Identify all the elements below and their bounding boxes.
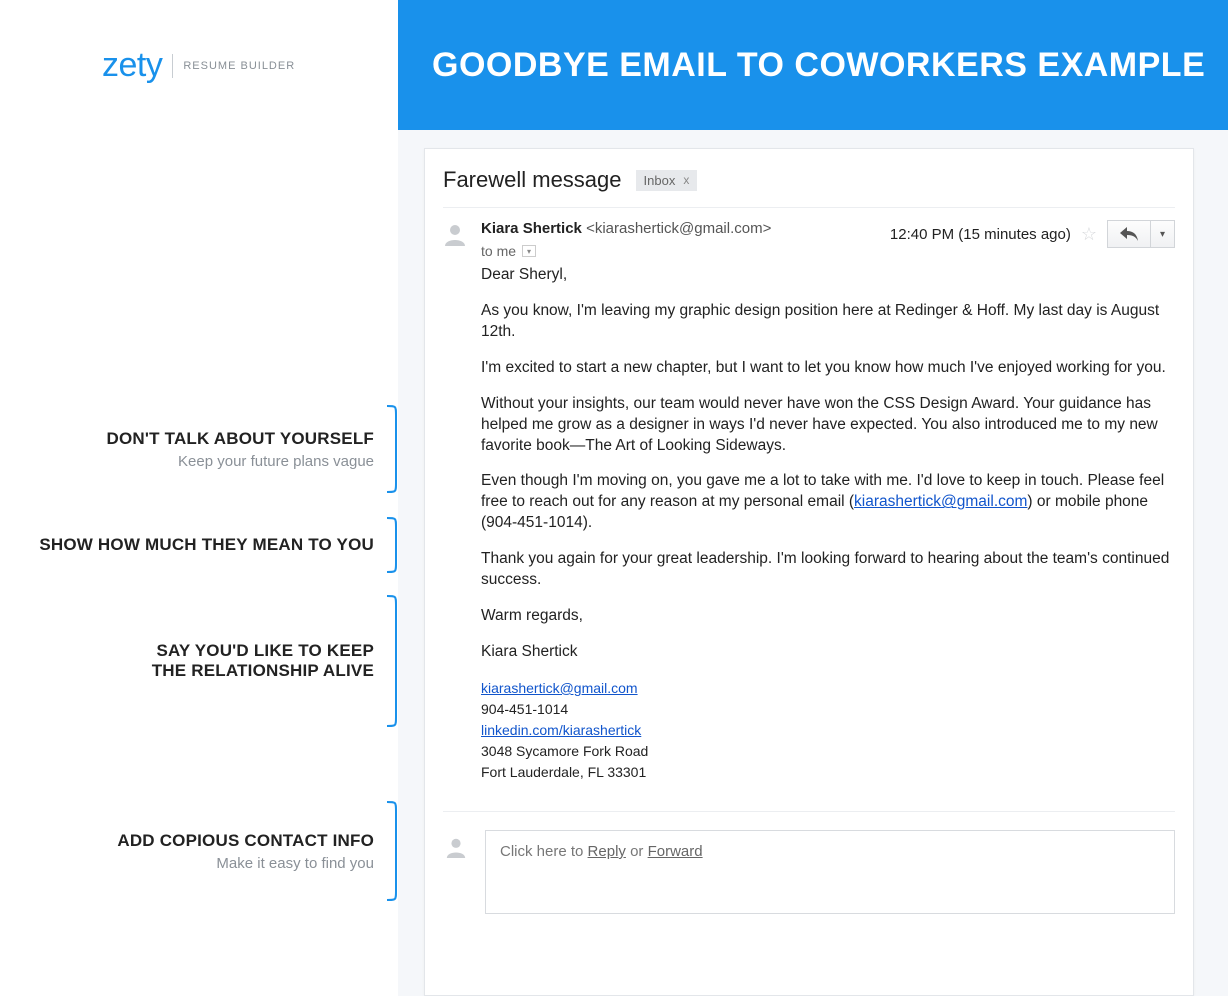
- close-icon[interactable]: x: [683, 173, 689, 187]
- greeting: Dear Sheryl,: [481, 265, 1175, 286]
- reply-input[interactable]: Click here to Reply or Forward: [485, 830, 1175, 914]
- sig-linkedin-link[interactable]: linkedin.com/kiarashertick: [481, 722, 641, 738]
- reply-area: Click here to Reply or Forward: [443, 811, 1175, 932]
- tip-subtitle: Keep your future plans vague: [107, 453, 375, 470]
- brand-name: zety: [102, 46, 162, 85]
- email-time: 12:40 PM (15 minutes ago): [890, 226, 1071, 243]
- sidebar: zety RESUME BUILDER DON'T TALK ABOUT YOU…: [0, 0, 398, 996]
- tip-item: SHOW HOW MUCH THEY MEAN TO YOU: [39, 517, 398, 573]
- reply-button[interactable]: [1107, 220, 1151, 248]
- subject-row: Farewell message Inbox x: [443, 167, 1175, 208]
- closing: Warm regards,: [481, 606, 1175, 627]
- reply-dropdown[interactable]: ▾: [1151, 220, 1175, 248]
- body-paragraph: Even though I'm moving on, you gave me a…: [481, 471, 1175, 534]
- sig-address2: Fort Lauderdale, FL 33301: [481, 764, 646, 780]
- forward-link[interactable]: Forward: [648, 843, 703, 860]
- email-meta: Kiara Shertick <kiarashertick@gmail.com>…: [443, 208, 1175, 265]
- bracket-icon: [386, 595, 400, 727]
- tip-title: DON'T TALK ABOUT YOURSELF: [107, 429, 375, 449]
- reply-link[interactable]: Reply: [588, 843, 626, 860]
- tip-item: DON'T TALK ABOUT YOURSELF Keep your futu…: [107, 405, 399, 493]
- email-card: Farewell message Inbox x Kiara Shertick …: [424, 148, 1194, 996]
- bracket-icon: [386, 405, 400, 493]
- tip-title: SHOW HOW MUCH THEY MEAN TO YOU: [39, 535, 374, 555]
- body-paragraph: I'm excited to start a new chapter, but …: [481, 358, 1175, 379]
- sig-address1: 3048 Sycamore Fork Road: [481, 743, 648, 759]
- bracket-icon: [386, 517, 400, 573]
- email-subject: Farewell message: [443, 167, 622, 193]
- email-body: Dear Sheryl, As you know, I'm leaving my…: [481, 265, 1175, 663]
- header: GOODBYE EMAIL TO COWORKERS EXAMPLE: [398, 0, 1228, 130]
- avatar-icon: [445, 836, 467, 858]
- tip-title: SAY YOU'D LIKE TO KEEP THE RELATIONSHIP …: [152, 641, 374, 681]
- sender-name: Kiara Shertick: [481, 220, 582, 237]
- inbox-tag[interactable]: Inbox x: [636, 170, 698, 191]
- logo-divider: [172, 54, 173, 78]
- sig-email-link[interactable]: kiarashertick@gmail.com: [481, 680, 638, 696]
- star-icon[interactable]: ☆: [1081, 224, 1097, 245]
- tip-subtitle: Make it easy to find you: [117, 855, 374, 872]
- tip-item: ADD COPIOUS CONTACT INFO Make it easy to…: [117, 801, 398, 901]
- sig-phone: 904-451-1014: [481, 701, 568, 717]
- signature-name: Kiara Shertick: [481, 642, 1175, 663]
- tip-item: SAY YOU'D LIKE TO KEEP THE RELATIONSHIP …: [152, 595, 398, 727]
- body-paragraph: Thank you again for your great leadershi…: [481, 549, 1175, 591]
- brand-tagline: RESUME BUILDER: [183, 60, 295, 72]
- to-text: to me: [481, 243, 516, 259]
- main-content: GOODBYE EMAIL TO COWORKERS EXAMPLE Farew…: [398, 0, 1228, 996]
- from-line: Kiara Shertick <kiarashertick@gmail.com>: [481, 220, 876, 237]
- chevron-down-icon[interactable]: ▾: [522, 245, 536, 257]
- avatar-icon: [443, 222, 467, 246]
- reply-button-group: ▾: [1107, 220, 1175, 248]
- to-line[interactable]: to me ▾: [481, 243, 876, 259]
- signature-block: kiarashertick@gmail.com 904-451-1014 lin…: [481, 678, 1175, 783]
- bracket-icon: [386, 801, 400, 901]
- tip-title: ADD COPIOUS CONTACT INFO: [117, 831, 374, 851]
- logo: zety RESUME BUILDER: [0, 0, 398, 85]
- body-paragraph: As you know, I'm leaving my graphic desi…: [481, 301, 1175, 343]
- sender-email: <kiarashertick@gmail.com>: [586, 220, 771, 237]
- email-link[interactable]: kiarashertick@gmail.com: [854, 493, 1027, 510]
- reply-arrow-icon: [1120, 227, 1138, 241]
- inbox-label: Inbox: [644, 173, 676, 188]
- body-paragraph: Without your insights, our team would ne…: [481, 394, 1175, 457]
- page-title: GOODBYE EMAIL TO COWORKERS EXAMPLE: [432, 46, 1205, 85]
